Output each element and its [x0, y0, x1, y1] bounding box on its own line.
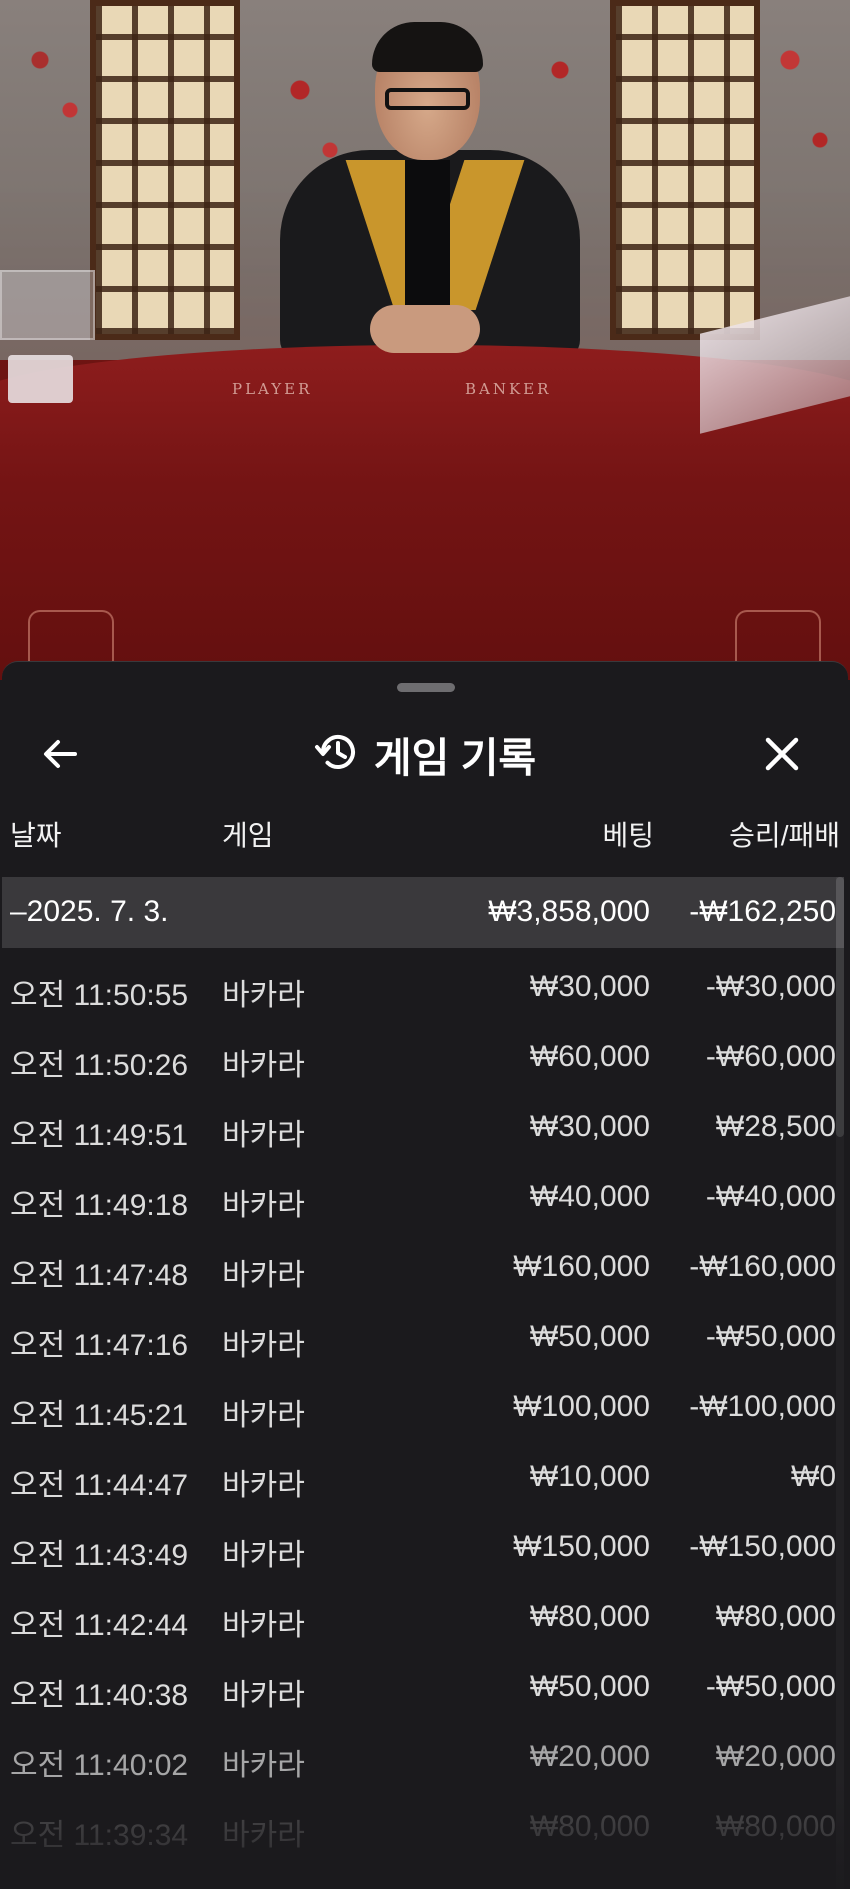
row-time: 오전 11:50:26: [10, 1049, 189, 1082]
back-button[interactable]: [32, 728, 88, 784]
live-video-feed: PLAYER BANKER: [0, 0, 850, 680]
lattice-screen-right: [610, 0, 760, 340]
column-win-loss: 승리/패배: [729, 820, 840, 851]
row-time: 오전 11:40:38: [10, 1679, 189, 1712]
row-win-loss: -₩50,000: [705, 1670, 836, 1703]
row-game: 바카라: [222, 1189, 305, 1222]
history-row[interactable]: 오전 11:39:34 바카라 ₩80,000 ₩80,000: [2, 1788, 844, 1858]
row-win-loss: -₩40,000: [705, 1180, 836, 1213]
app-screen: PLAYER BANKER 게임 기록 날짜 게임 베팅 승리/패배 –2025…: [0, 0, 850, 1889]
close-x-icon: [762, 734, 802, 778]
column-game: 게임: [222, 820, 274, 851]
history-clock-icon: [314, 729, 360, 779]
row-game: 바카라: [222, 1399, 305, 1432]
row-bet: ₩30,000: [529, 970, 650, 1003]
row-win-loss: -₩60,000: [705, 1040, 836, 1073]
history-scrollbar[interactable]: [836, 877, 844, 1889]
history-row[interactable]: 오전 11:44:47 바카라 ₩10,000 ₩0: [2, 1438, 844, 1508]
row-bet: ₩30,000: [529, 1110, 650, 1143]
row-bet: ₩40,000: [529, 1180, 650, 1213]
row-game: 바카라: [222, 1049, 305, 1082]
lattice-screen-left: [90, 0, 240, 340]
row-win-loss: -₩30,000: [705, 970, 836, 1003]
row-win-loss: -₩160,000: [689, 1250, 836, 1283]
row-time: 오전 11:42:44: [10, 1609, 189, 1642]
sheet-drag-handle[interactable]: [397, 683, 455, 692]
row-game: 바카라: [222, 1609, 305, 1642]
history-row[interactable]: 오전 11:40:38 바카라 ₩50,000 -₩50,000: [2, 1648, 844, 1718]
row-game: 바카라: [222, 1259, 305, 1292]
history-row[interactable]: 오전 11:40:02 바카라 ₩20,000 ₩20,000: [2, 1718, 844, 1788]
day-group-date: –2025. 7. 3.: [10, 895, 169, 928]
row-time: 오전 11:43:49: [10, 1539, 189, 1572]
history-row[interactable]: 오전 11:49:51 바카라 ₩30,000 ₩28,500: [2, 1088, 844, 1158]
row-time: 오전 11:45:21: [10, 1399, 189, 1432]
row-game: 바카라: [222, 1539, 305, 1572]
row-time: 오전 11:47:16: [10, 1329, 189, 1362]
row-win-loss: -₩50,000: [705, 1320, 836, 1353]
sheet-header: 게임 기록: [2, 714, 848, 794]
card-deck-left: [8, 355, 73, 403]
history-list: 오전 11:50:55 바카라 ₩30,000 -₩30,000 오전 11:5…: [2, 948, 844, 1858]
row-time: 오전 11:40:02: [10, 1749, 189, 1782]
row-game: 바카라: [222, 1469, 305, 1502]
row-win-loss: -₩100,000: [689, 1390, 836, 1423]
close-button[interactable]: [754, 728, 810, 784]
row-bet: ₩10,000: [529, 1460, 650, 1493]
row-game: 바카라: [222, 979, 305, 1012]
row-bet: ₩80,000: [529, 1810, 650, 1843]
row-bet: ₩80,000: [529, 1600, 650, 1633]
row-game: 바카라: [222, 1119, 305, 1152]
row-game: 바카라: [222, 1679, 305, 1712]
history-row[interactable]: 오전 11:47:48 바카라 ₩160,000 -₩160,000: [2, 1228, 844, 1298]
arrow-left-icon: [39, 733, 81, 779]
row-win-loss: ₩20,000: [715, 1740, 836, 1773]
row-game: 바카라: [222, 1819, 305, 1852]
row-bet: ₩100,000: [513, 1390, 650, 1423]
day-group-win-loss-total: -₩162,250: [689, 895, 836, 928]
card-holder-left: [0, 270, 95, 340]
table-label-player: PLAYER: [232, 380, 313, 398]
column-bet: 베팅: [602, 820, 654, 851]
scrollbar-thumb[interactable]: [836, 877, 844, 1137]
row-bet: ₩160,000: [513, 1250, 650, 1283]
row-bet: ₩50,000: [529, 1320, 650, 1353]
row-time: 오전 11:44:47: [10, 1469, 189, 1502]
row-win-loss: -₩150,000: [689, 1530, 836, 1563]
row-bet: ₩20,000: [529, 1740, 650, 1773]
history-row[interactable]: 오전 11:47:16 바카라 ₩50,000 -₩50,000: [2, 1298, 844, 1368]
history-row[interactable]: 오전 11:50:26 바카라 ₩60,000 -₩60,000: [2, 1018, 844, 1088]
row-time: 오전 11:47:48: [10, 1259, 189, 1292]
sheet-title: 게임 기록: [373, 735, 537, 781]
row-bet: ₩50,000: [529, 1670, 650, 1703]
row-win-loss: ₩28,500: [715, 1110, 836, 1143]
day-group-bet-total: ₩3,858,000: [488, 895, 650, 928]
row-time: 오전 11:49:51: [10, 1119, 189, 1152]
dealer-shirt: [405, 160, 450, 310]
row-time: 오전 11:49:18: [10, 1189, 189, 1222]
history-row[interactable]: 오전 11:42:44 바카라 ₩80,000 ₩80,000: [2, 1578, 844, 1648]
row-bet: ₩150,000: [513, 1530, 650, 1563]
column-date: 날짜: [10, 820, 62, 851]
history-row[interactable]: 오전 11:49:18 바카라 ₩40,000 -₩40,000: [2, 1158, 844, 1228]
table-label-banker: BANKER: [465, 380, 552, 398]
history-row[interactable]: 오전 11:50:55 바카라 ₩30,000 -₩30,000: [2, 948, 844, 1018]
row-game: 바카라: [222, 1749, 305, 1782]
row-bet: ₩60,000: [529, 1040, 650, 1073]
row-time: 오전 11:50:55: [10, 979, 189, 1012]
history-row[interactable]: 오전 11:45:21 바카라 ₩100,000 -₩100,000: [2, 1368, 844, 1438]
day-group-row[interactable]: –2025. 7. 3. ₩3,858,000 -₩162,250: [2, 877, 844, 948]
row-time: 오전 11:39:34: [10, 1819, 189, 1852]
game-history-sheet: 게임 기록 날짜 게임 베팅 승리/패배 –2025. 7. 3. ₩3,858…: [2, 661, 848, 1889]
dealer-glasses: [385, 88, 470, 110]
history-row[interactable]: 오전 11:43:49 바카라 ₩150,000 -₩150,000: [2, 1508, 844, 1578]
row-win-loss: ₩80,000: [715, 1600, 836, 1633]
table-header: 날짜 게임 베팅 승리/패배: [2, 814, 848, 864]
dealer-hands: [370, 305, 480, 353]
row-win-loss: ₩80,000: [715, 1810, 836, 1843]
row-win-loss: ₩0: [791, 1460, 836, 1493]
row-game: 바카라: [222, 1329, 305, 1362]
